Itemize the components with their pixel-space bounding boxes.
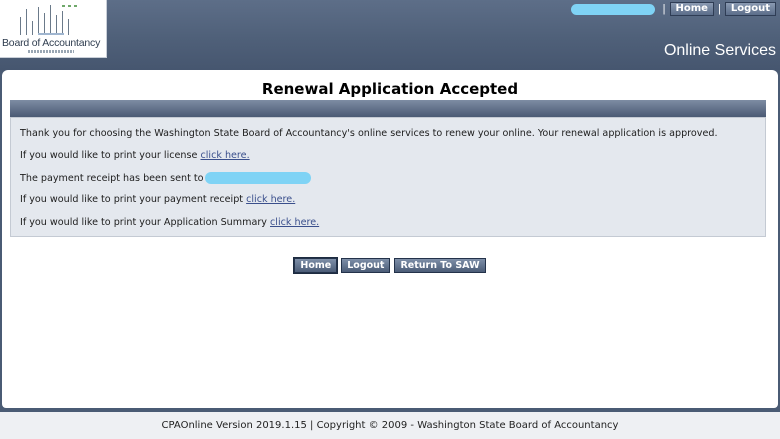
- print-receipt-line: If you would like to print your payment …: [20, 194, 295, 205]
- receipt-sent-line: The payment receipt has been sent to: [20, 172, 311, 184]
- board-logo[interactable]: Board of Accountancy: [0, 0, 107, 58]
- section-title: Online Services: [663, 42, 776, 59]
- page-title: Renewal Application Accepted: [261, 80, 519, 98]
- thanks-text: Thank you for choosing the Washington St…: [20, 128, 718, 139]
- redacted-email: [204, 172, 311, 184]
- print-license-line: If you would like to print your license …: [20, 150, 250, 161]
- print-summary-line: If you would like to print your Applicat…: [20, 217, 319, 228]
- home-button[interactable]: Home: [293, 257, 339, 274]
- header-home-button[interactable]: Home: [669, 2, 714, 16]
- site-header: Board of Accountancy | Home | Logout Onl…: [0, 0, 780, 70]
- thanks-message: Thank you for choosing the Washington St…: [20, 128, 718, 139]
- confirmation-panel: Thank you for choosing the Washington St…: [10, 117, 766, 237]
- header-logout-button[interactable]: Logout: [724, 2, 776, 16]
- nav-separator: |: [662, 3, 666, 15]
- logo-text: Board of Accountancy: [2, 37, 101, 49]
- footer-text: CPAOnline Version 2019.1.15 | Copyright …: [161, 420, 619, 431]
- print-summary-text: If you would like to print your Applicat…: [20, 217, 270, 228]
- print-summary-link[interactable]: click here.: [270, 217, 319, 228]
- logo-tagline: [28, 50, 74, 53]
- main-content: Renewal Application Accepted Thank you f…: [2, 70, 778, 408]
- page-footer: CPAOnline Version 2019.1.15 | Copyright …: [0, 412, 780, 439]
- top-nav: | Home | Logout: [570, 2, 776, 16]
- print-receipt-text: If you would like to print your payment …: [20, 194, 247, 205]
- logout-button[interactable]: Logout: [341, 258, 391, 273]
- nav-separator: |: [717, 3, 721, 15]
- receipt-sent-text: The payment receipt has been sent to: [20, 173, 204, 184]
- redacted-username: [570, 3, 655, 15]
- logo-mark-icon: [20, 5, 77, 35]
- return-to-saw-button[interactable]: Return To SAW: [394, 258, 486, 273]
- action-buttons: Home Logout Return To SAW: [2, 257, 778, 274]
- print-receipt-link[interactable]: click here.: [246, 194, 295, 205]
- panel-header-bar: [10, 100, 766, 117]
- print-license-text: If you would like to print your license: [20, 150, 201, 161]
- print-license-link[interactable]: click here.: [200, 150, 249, 161]
